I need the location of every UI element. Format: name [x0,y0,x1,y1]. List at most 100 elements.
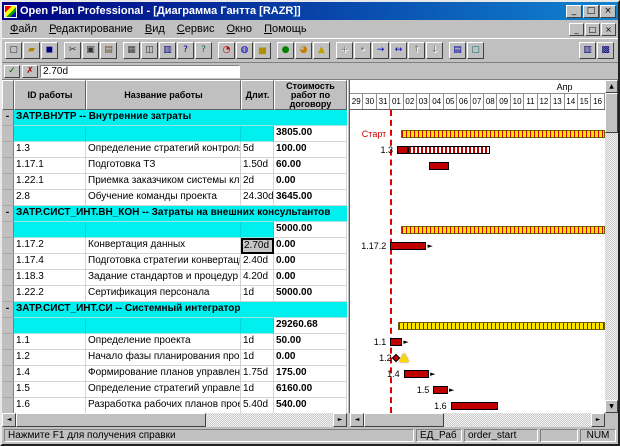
task-row[interactable]: 1.17.1Подготовка ТЗ1.50d60.00 [2,158,347,174]
cell-cost[interactable]: 100.00 [274,142,347,158]
scroll-down-button[interactable]: ▼ [605,400,618,413]
task-bar[interactable] [429,162,449,170]
row-collapse-cell[interactable] [2,334,14,350]
cell-cost[interactable]: 0.00 [274,238,347,254]
cell-editor-input[interactable] [40,65,240,78]
task-bar[interactable] [433,386,448,394]
row-collapse-cell[interactable] [2,318,14,334]
task-row[interactable]: 1.3Определение стратегий контроля и отч5… [2,142,347,158]
table-hscroll-thumb[interactable] [16,413,206,427]
new-document-button[interactable]: ▢ [5,42,22,59]
restore-button[interactable]: □ [583,5,599,18]
task-row[interactable]: 1.1Определение проекта1d50.00 [2,334,347,350]
cancel-edit-button[interactable]: ✗ [22,65,38,78]
save-file-button[interactable]: ◼ [41,42,58,59]
task-bar[interactable] [404,370,430,378]
row-collapse-cell[interactable] [2,286,14,302]
cell-name[interactable]: Начало фазы планирования проекта [86,350,241,366]
gantt-hscroll-thumb[interactable] [364,413,444,427]
cell-id[interactable]: 1.1 [14,334,86,350]
cell-id[interactable] [14,222,86,238]
task-row[interactable]: 2.8Обучение команды проекта24.30d3645.00 [2,190,347,206]
copy-button[interactable]: ▣ [82,42,99,59]
cell-name[interactable]: Подготовка стратегии конвертации [86,254,241,270]
mdi-close-button[interactable]: × [601,23,616,36]
resource-analysis-button[interactable]: ◍ [236,42,253,59]
cell-cost[interactable]: 29260.68 [274,318,347,334]
progress-clock-button[interactable]: ◕ [295,42,312,59]
cell-id[interactable]: 1.6 [14,398,86,413]
mdi-restore-button[interactable]: □ [585,23,600,36]
mdi-minimize-button[interactable]: _ [569,23,584,36]
cell-id[interactable]: 1.17.4 [14,254,86,270]
cell-duration[interactable]: 1d [241,334,274,350]
cell-id[interactable]: 1.2 [14,350,86,366]
task-row[interactable]: 1.6Разработка рабочих планов проекта5.40… [2,398,347,413]
move-down-button[interactable]: ↓ [426,42,443,59]
gantt-view-button[interactable]: ▤ [449,42,466,59]
cell-duration[interactable]: 5.40d [241,398,274,413]
row-collapse-cell[interactable] [2,158,14,174]
cell-duration[interactable]: 1d [241,382,274,398]
edit-notes-button[interactable]: ▥ [159,42,176,59]
cell-duration[interactable] [241,222,274,238]
task-bar[interactable] [451,402,498,410]
cell-duration[interactable]: 1.50d [241,158,274,174]
task-bar[interactable] [397,146,408,154]
cell-name[interactable]: Конвертация данных [86,238,241,254]
cut-button[interactable]: ✂ [64,42,81,59]
summary-bar[interactable] [398,322,605,330]
header-cost[interactable]: Стоимость работ по договору [274,80,347,110]
menu-item-4[interactable]: Сервис [171,22,221,36]
row-collapse-cell[interactable] [2,222,14,238]
cost-analysis-button[interactable]: ▅ [254,42,271,59]
table-layout-button[interactable]: ▥ [579,42,596,59]
minimize-button[interactable]: _ [566,5,582,18]
section-row[interactable]: -ЗАТР.СИСТ_ИНТ.СИ -- Системный интеграто… [2,302,347,318]
task-bar[interactable] [390,242,426,250]
network-view-button[interactable]: ▢ [467,42,484,59]
cell-name[interactable]: Задание стандартов и процедур по д [86,270,241,286]
header-duration[interactable]: Длит. [241,80,274,110]
menu-item-6[interactable]: Помощь [258,22,313,36]
task-bar[interactable] [390,338,402,346]
accept-edit-button[interactable]: ✓ [4,65,20,78]
task-row[interactable]: 1.4Формирование планов управления1.75d17… [2,366,347,382]
cell-name[interactable]: Приемка заказчиком системы клиент [86,174,241,190]
cell-duration[interactable]: 1d [241,350,274,366]
risk-analysis-button[interactable]: ● [277,42,294,59]
row-collapse-cell[interactable] [2,350,14,366]
task-row[interactable]: 1.17.4Подготовка стратегии конвертации2.… [2,254,347,270]
cell-cost[interactable]: 50.00 [274,334,347,350]
cell-duration[interactable]: 4.20d [241,270,274,286]
section-row[interactable]: -ЗАТР.СИСТ_ИНТ.ВН_КОН -- Затраты на внеш… [2,206,347,222]
header-id[interactable]: ID работы [14,80,86,110]
row-collapse-cell[interactable] [2,174,14,190]
help-button[interactable]: ? [177,42,194,59]
cell-duration[interactable]: 1d [241,286,274,302]
cell-cost[interactable]: 0.00 [274,174,347,190]
cell-cost[interactable]: 0.00 [274,350,347,366]
task-row[interactable]: 1.17.2Конвертация данных2.70d0.00 [2,238,347,254]
vertical-scroll-thumb[interactable] [605,93,618,133]
cell-name[interactable]: Определение стратегий управления [86,382,241,398]
cell-cost[interactable]: 3805.00 [274,126,347,142]
cell-duration-editing[interactable]: 2.70d [241,238,274,254]
table-hscroll-track[interactable] [16,413,333,427]
context-help-button[interactable]: ? [195,42,212,59]
cell-duration[interactable]: 2.40d [241,254,274,270]
cell-cost[interactable]: 540.00 [274,398,347,413]
row-collapse-cell[interactable]: - [2,302,14,318]
row-collapse-cell[interactable] [2,190,14,206]
cell-cost[interactable]: 6160.00 [274,382,347,398]
gantt-hscrollbar[interactable]: ◄ ► [350,413,605,427]
gantt-hscroll-track[interactable] [364,413,591,427]
table-scroll-right-button[interactable]: ► [333,413,347,427]
task-bar-remaining[interactable] [408,146,490,154]
row-collapse-cell[interactable] [2,238,14,254]
table-hscrollbar[interactable]: ◄ ► [2,413,347,427]
unlink-activities-button[interactable]: ↔ [390,42,407,59]
cell-id[interactable]: 1.5 [14,382,86,398]
task-row[interactable]: 1.2Начало фазы планирования проекта1d0.0… [2,350,347,366]
cell-id[interactable] [14,126,86,142]
